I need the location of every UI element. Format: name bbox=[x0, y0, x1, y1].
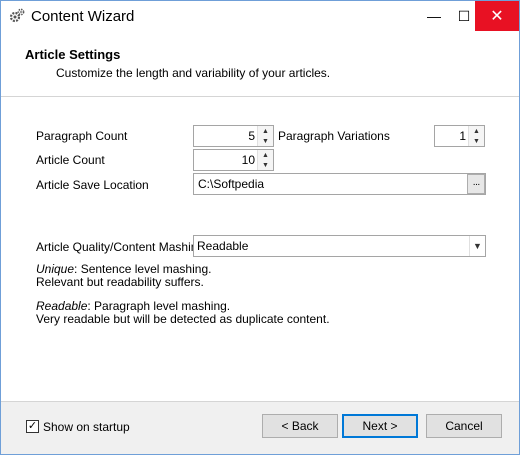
minimize-button[interactable]: — bbox=[419, 1, 449, 31]
page-title: Article Settings bbox=[25, 47, 121, 62]
paragraph-count-value[interactable]: 5 bbox=[248, 129, 255, 143]
chevron-down-icon[interactable]: ▼ bbox=[469, 236, 485, 256]
save-location-label: Article Save Location bbox=[36, 178, 149, 192]
article-count-label: Article Count bbox=[36, 153, 105, 167]
browse-button[interactable]: ··· bbox=[467, 174, 485, 194]
quality-selected-value[interactable]: Readable bbox=[197, 239, 248, 253]
unique-text: : Sentence level mashing. bbox=[74, 262, 212, 276]
quality-select[interactable]: Readable ▼ bbox=[193, 235, 486, 257]
show-on-startup-label[interactable]: Show on startup bbox=[43, 420, 130, 434]
window-title: Content Wizard bbox=[31, 8, 135, 25]
spin-up-icon[interactable]: ▲ bbox=[469, 126, 484, 136]
spin-up-icon[interactable]: ▲ bbox=[258, 150, 273, 160]
close-button[interactable]: ✕ bbox=[475, 1, 519, 31]
content-wizard-window: Content Wizard — ☐ ✕ Article Settings Cu… bbox=[0, 0, 520, 455]
title-bar[interactable]: Content Wizard — ☐ ✕ bbox=[1, 1, 519, 33]
paragraph-variations-value[interactable]: 1 bbox=[459, 129, 466, 143]
paragraph-count-stepper[interactable]: 5 ▲ ▼ bbox=[193, 125, 274, 147]
readable-description: Readable: Paragraph level mashing. Very … bbox=[36, 300, 330, 326]
footer-bar: ✓ Show on startup < Back Next > Cancel bbox=[1, 401, 519, 454]
unique-line2: Relevant but readability suffers. bbox=[36, 275, 204, 289]
page-subtitle: Customize the length and variability of … bbox=[56, 66, 331, 80]
header-panel: Article Settings Customize the length an… bbox=[1, 33, 519, 97]
save-location-input[interactable]: C:\Softpedia bbox=[193, 173, 486, 195]
spin-down-icon[interactable]: ▼ bbox=[258, 160, 273, 170]
back-button[interactable]: < Back bbox=[262, 414, 338, 438]
paragraph-count-label: Paragraph Count bbox=[36, 129, 128, 143]
paragraph-variations-stepper[interactable]: 1 ▲ ▼ bbox=[434, 125, 485, 147]
next-button[interactable]: Next > bbox=[342, 414, 418, 438]
unique-description: Unique: Sentence level mashing. Relevant… bbox=[36, 263, 211, 289]
cancel-button[interactable]: Cancel bbox=[426, 414, 502, 438]
stepper-arrows: ▲ ▼ bbox=[468, 126, 484, 146]
readable-text: : Paragraph level mashing. bbox=[87, 299, 231, 313]
stepper-arrows: ▲ ▼ bbox=[257, 150, 273, 170]
save-location-value[interactable]: C:\Softpedia bbox=[198, 177, 264, 191]
spin-up-icon[interactable]: ▲ bbox=[258, 126, 273, 136]
check-icon: ✓ bbox=[27, 420, 38, 432]
unique-term: Unique bbox=[36, 262, 75, 276]
readable-line2: Very readable but will be detected as du… bbox=[36, 312, 330, 326]
stepper-arrows: ▲ ▼ bbox=[257, 126, 273, 146]
paragraph-variations-label: Paragraph Variations bbox=[278, 129, 390, 143]
article-count-stepper[interactable]: 10 ▲ ▼ bbox=[193, 149, 274, 171]
spin-down-icon[interactable]: ▼ bbox=[258, 136, 273, 146]
show-on-startup-checkbox[interactable]: ✓ bbox=[26, 420, 39, 433]
quality-label: Article Quality/Content Mashing bbox=[36, 240, 205, 254]
readable-term: Readable bbox=[36, 299, 88, 313]
gear-icon bbox=[9, 8, 25, 23]
spin-down-icon[interactable]: ▼ bbox=[469, 136, 484, 146]
article-count-value[interactable]: 10 bbox=[242, 153, 255, 167]
